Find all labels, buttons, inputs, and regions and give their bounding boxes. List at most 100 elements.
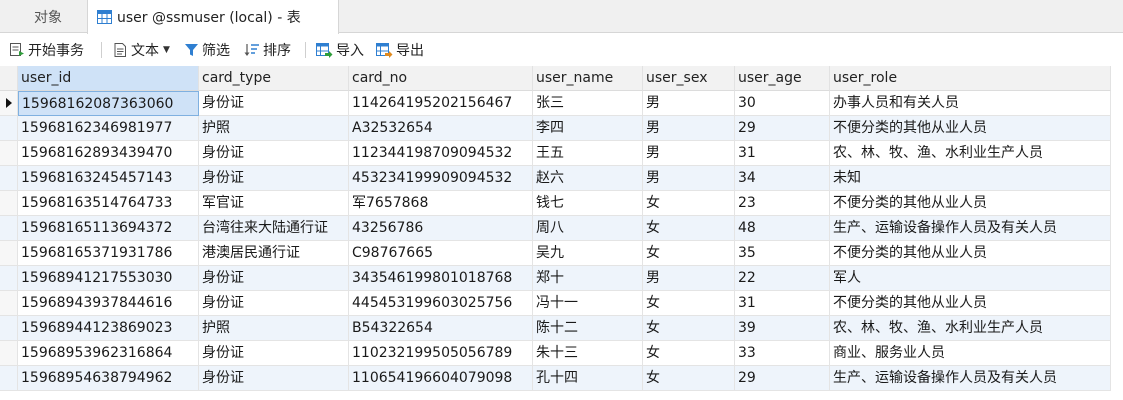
- row-selector[interactable]: [0, 116, 18, 141]
- cell-user-sex[interactable]: 女: [643, 241, 735, 266]
- cell-user-role[interactable]: 生产、运输设备操作人员及有关人员: [830, 216, 1111, 241]
- cell-card-type[interactable]: 身份证: [199, 341, 349, 366]
- cell-user-sex[interactable]: 女: [643, 191, 735, 216]
- table-row[interactable]: 15968941217553030 身份证 343546199801018768 郑十…: [0, 266, 1111, 291]
- column-header-user-sex[interactable]: user_sex: [643, 66, 735, 91]
- cell-card-type[interactable]: 身份证: [199, 291, 349, 316]
- cell-user-name[interactable]: 张三: [533, 91, 643, 116]
- row-selector[interactable]: [0, 266, 18, 291]
- cell-card-type[interactable]: 身份证: [199, 366, 349, 391]
- column-header-user-name[interactable]: user_name: [533, 66, 643, 91]
- cell-user-role[interactable]: 办事人员和有关人员: [830, 91, 1111, 116]
- cell-user-role[interactable]: 农、林、牧、渔、水利业生产人员: [830, 141, 1111, 166]
- cell-user-sex[interactable]: 男: [643, 266, 735, 291]
- row-selector[interactable]: [0, 141, 18, 166]
- cell-user-id[interactable]: 15968162893439470: [18, 141, 199, 166]
- cell-user-sex[interactable]: 男: [643, 116, 735, 141]
- cell-user-sex[interactable]: 女: [643, 366, 735, 391]
- cell-user-age[interactable]: 31: [735, 291, 830, 316]
- cell-card-type[interactable]: 护照: [199, 316, 349, 341]
- cell-user-role[interactable]: 不便分类的其他从业人员: [830, 116, 1111, 141]
- table-row[interactable]: 15968165113694372 台湾往来大陆通行证 43256786 周八女 48 生…: [0, 216, 1111, 241]
- row-selector[interactable]: [0, 191, 18, 216]
- cell-user-name[interactable]: 陈十二: [533, 316, 643, 341]
- cell-user-id[interactable]: 15968943937844616: [18, 291, 199, 316]
- table-row[interactable]: 15968944123869023 护照 B54322654 陈十二女 39 农、林、牧、…: [0, 316, 1111, 341]
- cell-user-name[interactable]: 赵六: [533, 166, 643, 191]
- cell-user-role[interactable]: 不便分类的其他从业人员: [830, 241, 1111, 266]
- row-selector[interactable]: [0, 366, 18, 391]
- cell-card-no[interactable]: B54322654: [349, 316, 533, 341]
- cell-user-name[interactable]: 王五: [533, 141, 643, 166]
- row-selector[interactable]: [0, 341, 18, 366]
- cell-user-age[interactable]: 31: [735, 141, 830, 166]
- cell-user-name[interactable]: 李四: [533, 116, 643, 141]
- cell-card-type[interactable]: 台湾往来大陆通行证: [199, 216, 349, 241]
- row-selector[interactable]: [0, 166, 18, 191]
- cell-card-no[interactable]: 110232199505056789: [349, 341, 533, 366]
- cell-card-type[interactable]: 港澳居民通行证: [199, 241, 349, 266]
- table-row[interactable]: 15968954638794962 身份证 110654196604079098 孔十…: [0, 366, 1111, 391]
- cell-user-role[interactable]: 商业、服务业人员: [830, 341, 1111, 366]
- cell-user-id[interactable]: 15968162087363060: [18, 91, 199, 116]
- cell-user-sex[interactable]: 男: [643, 91, 735, 116]
- cell-user-role[interactable]: 不便分类的其他从业人员: [830, 191, 1111, 216]
- cell-user-id[interactable]: 15968163514764733: [18, 191, 199, 216]
- column-header-user-role[interactable]: user_role: [830, 66, 1111, 91]
- table-row[interactable]: 15968953962316864 身份证 110232199505056789 朱十…: [0, 341, 1111, 366]
- cell-user-age[interactable]: 39: [735, 316, 830, 341]
- tab-user-table[interactable]: user @ssmuser (local) - 表: [87, 0, 339, 34]
- cell-card-no[interactable]: 114264195202156467: [349, 91, 533, 116]
- filter-button[interactable]: 筛选: [184, 34, 230, 66]
- cell-user-id[interactable]: 15968162346981977: [18, 116, 199, 141]
- table-row[interactable]: 15968163245457143 身份证 453234199909094532 赵六…: [0, 166, 1111, 191]
- cell-card-type[interactable]: 军官证: [199, 191, 349, 216]
- cell-card-type[interactable]: 身份证: [199, 141, 349, 166]
- cell-user-age[interactable]: 30: [735, 91, 830, 116]
- table-row[interactable]: 15968162087363060 身份证 114264195202156467 张三…: [0, 91, 1111, 116]
- cell-user-age[interactable]: 29: [735, 116, 830, 141]
- cell-card-no[interactable]: 453234199909094532: [349, 166, 533, 191]
- cell-user-name[interactable]: 钱七: [533, 191, 643, 216]
- cell-user-id[interactable]: 15968165113694372: [18, 216, 199, 241]
- row-selector[interactable]: [0, 216, 18, 241]
- cell-user-age[interactable]: 23: [735, 191, 830, 216]
- row-selector[interactable]: [0, 91, 18, 116]
- cell-user-name[interactable]: 冯十一: [533, 291, 643, 316]
- cell-user-sex[interactable]: 男: [643, 141, 735, 166]
- cell-card-type[interactable]: 身份证: [199, 91, 349, 116]
- cell-card-no[interactable]: C98767665: [349, 241, 533, 266]
- cell-card-no[interactable]: 343546199801018768: [349, 266, 533, 291]
- cell-user-role[interactable]: 未知: [830, 166, 1111, 191]
- table-row[interactable]: 15968162346981977 护照 A32532654 李四男 29 不便分类的其他…: [0, 116, 1111, 141]
- row-selector[interactable]: [0, 316, 18, 341]
- cell-card-type[interactable]: 身份证: [199, 266, 349, 291]
- cell-user-name[interactable]: 朱十三: [533, 341, 643, 366]
- cell-card-no[interactable]: 43256786: [349, 216, 533, 241]
- cell-user-role[interactable]: 生产、运输设备操作人员及有关人员: [830, 366, 1111, 391]
- sort-button[interactable]: 排序: [244, 34, 291, 66]
- cell-user-role[interactable]: 军人: [830, 266, 1111, 291]
- column-header-card-no[interactable]: card_no: [349, 66, 533, 91]
- table-row[interactable]: 15968163514764733 军官证 军7657868 钱七女 23 不便分类的其他…: [0, 191, 1111, 216]
- column-header-user-id[interactable]: user_id: [18, 66, 199, 91]
- cell-user-id[interactable]: 15968165371931786: [18, 241, 199, 266]
- table-row[interactable]: 15968162893439470 身份证 112344198709094532 王五…: [0, 141, 1111, 166]
- cell-user-name[interactable]: 周八: [533, 216, 643, 241]
- cell-user-age[interactable]: 48: [735, 216, 830, 241]
- cell-card-type[interactable]: 身份证: [199, 166, 349, 191]
- cell-user-sex[interactable]: 女: [643, 291, 735, 316]
- cell-card-no[interactable]: 445453199603025756: [349, 291, 533, 316]
- column-header-card-type[interactable]: card_type: [199, 66, 349, 91]
- import-button[interactable]: 导入: [316, 34, 364, 66]
- row-selector[interactable]: [0, 291, 18, 316]
- cell-user-sex[interactable]: 女: [643, 316, 735, 341]
- cell-card-no[interactable]: 110654196604079098: [349, 366, 533, 391]
- text-dropdown-button[interactable]: 文本 ▼: [113, 34, 170, 66]
- begin-transaction-button[interactable]: 开始事务: [9, 34, 84, 66]
- cell-card-no[interactable]: 军7657868: [349, 191, 533, 216]
- cell-user-name[interactable]: 吴九: [533, 241, 643, 266]
- table-row[interactable]: 15968943937844616 身份证 445453199603025756 冯十…: [0, 291, 1111, 316]
- cell-user-id[interactable]: 15968163245457143: [18, 166, 199, 191]
- cell-user-age[interactable]: 22: [735, 266, 830, 291]
